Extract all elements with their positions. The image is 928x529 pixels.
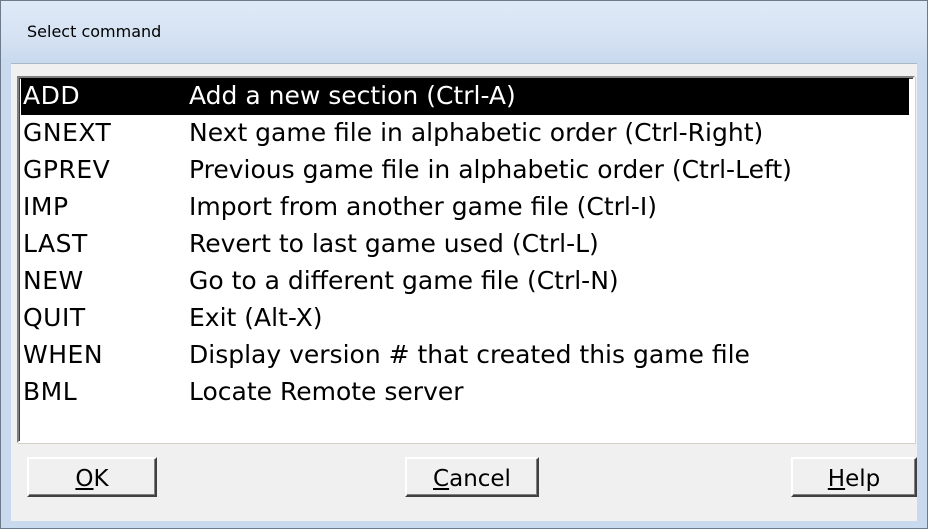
window-title: Select command bbox=[27, 22, 162, 41]
command-name: QUIT bbox=[23, 303, 86, 332]
list-item-add[interactable]: ADD Add a new section (Ctrl-A) bbox=[21, 78, 909, 115]
command-description: Display version # that created this game… bbox=[189, 340, 750, 369]
command-name: WHEN bbox=[23, 340, 104, 369]
list-item-imp[interactable]: IMP Import from another game file (Ctrl-… bbox=[21, 189, 909, 226]
command-name: BML bbox=[23, 377, 78, 406]
command-listbox[interactable]: ADD Add a new section (Ctrl-A) GNEXT Nex… bbox=[17, 76, 915, 443]
list-item-bml[interactable]: BML Locate Remote server bbox=[21, 374, 909, 411]
command-description: Next game file in alphabetic order (Ctrl… bbox=[189, 118, 764, 147]
list-item-new[interactable]: NEW Go to a different game file (Ctrl-N) bbox=[21, 263, 909, 300]
command-name: GPREV bbox=[23, 155, 111, 184]
cancel-button-label: Cancel bbox=[433, 466, 511, 492]
list-item-when[interactable]: WHEN Display version # that created this… bbox=[21, 337, 909, 374]
select-command-dialog: Select command ADD Add a new section (Ct… bbox=[0, 0, 928, 529]
command-description: Add a new section (Ctrl-A) bbox=[189, 81, 516, 110]
command-description: Import from another game file (Ctrl-I) bbox=[189, 192, 658, 221]
command-name: ADD bbox=[23, 81, 81, 110]
help-button-label: Help bbox=[827, 466, 881, 492]
cancel-button[interactable]: Cancel bbox=[405, 457, 539, 497]
help-button[interactable]: Help bbox=[791, 457, 917, 497]
command-description: Previous game file in alphabetic order (… bbox=[189, 155, 792, 184]
command-name: GNEXT bbox=[23, 118, 112, 147]
command-name: NEW bbox=[23, 266, 84, 295]
list-item-gprev[interactable]: GPREV Previous game file in alphabetic o… bbox=[21, 152, 909, 189]
title-bar[interactable]: Select command bbox=[1, 1, 927, 63]
command-description: Exit (Alt-X) bbox=[189, 303, 323, 332]
dialog-body: ADD Add a new section (Ctrl-A) GNEXT Nex… bbox=[11, 63, 917, 521]
command-description: Go to a different game file (Ctrl-N) bbox=[189, 266, 619, 295]
command-name: LAST bbox=[23, 229, 88, 258]
list-item-last[interactable]: LAST Revert to last game used (Ctrl-L) bbox=[21, 226, 909, 263]
ok-button-label: OK bbox=[75, 466, 109, 492]
command-name: IMP bbox=[23, 192, 69, 221]
ok-button[interactable]: OK bbox=[27, 457, 157, 497]
command-description: Locate Remote server bbox=[189, 377, 464, 406]
list-item-gnext[interactable]: GNEXT Next game file in alphabetic order… bbox=[21, 115, 909, 152]
command-description: Revert to last game used (Ctrl-L) bbox=[189, 229, 599, 258]
list-item-quit[interactable]: QUIT Exit (Alt-X) bbox=[21, 300, 909, 337]
